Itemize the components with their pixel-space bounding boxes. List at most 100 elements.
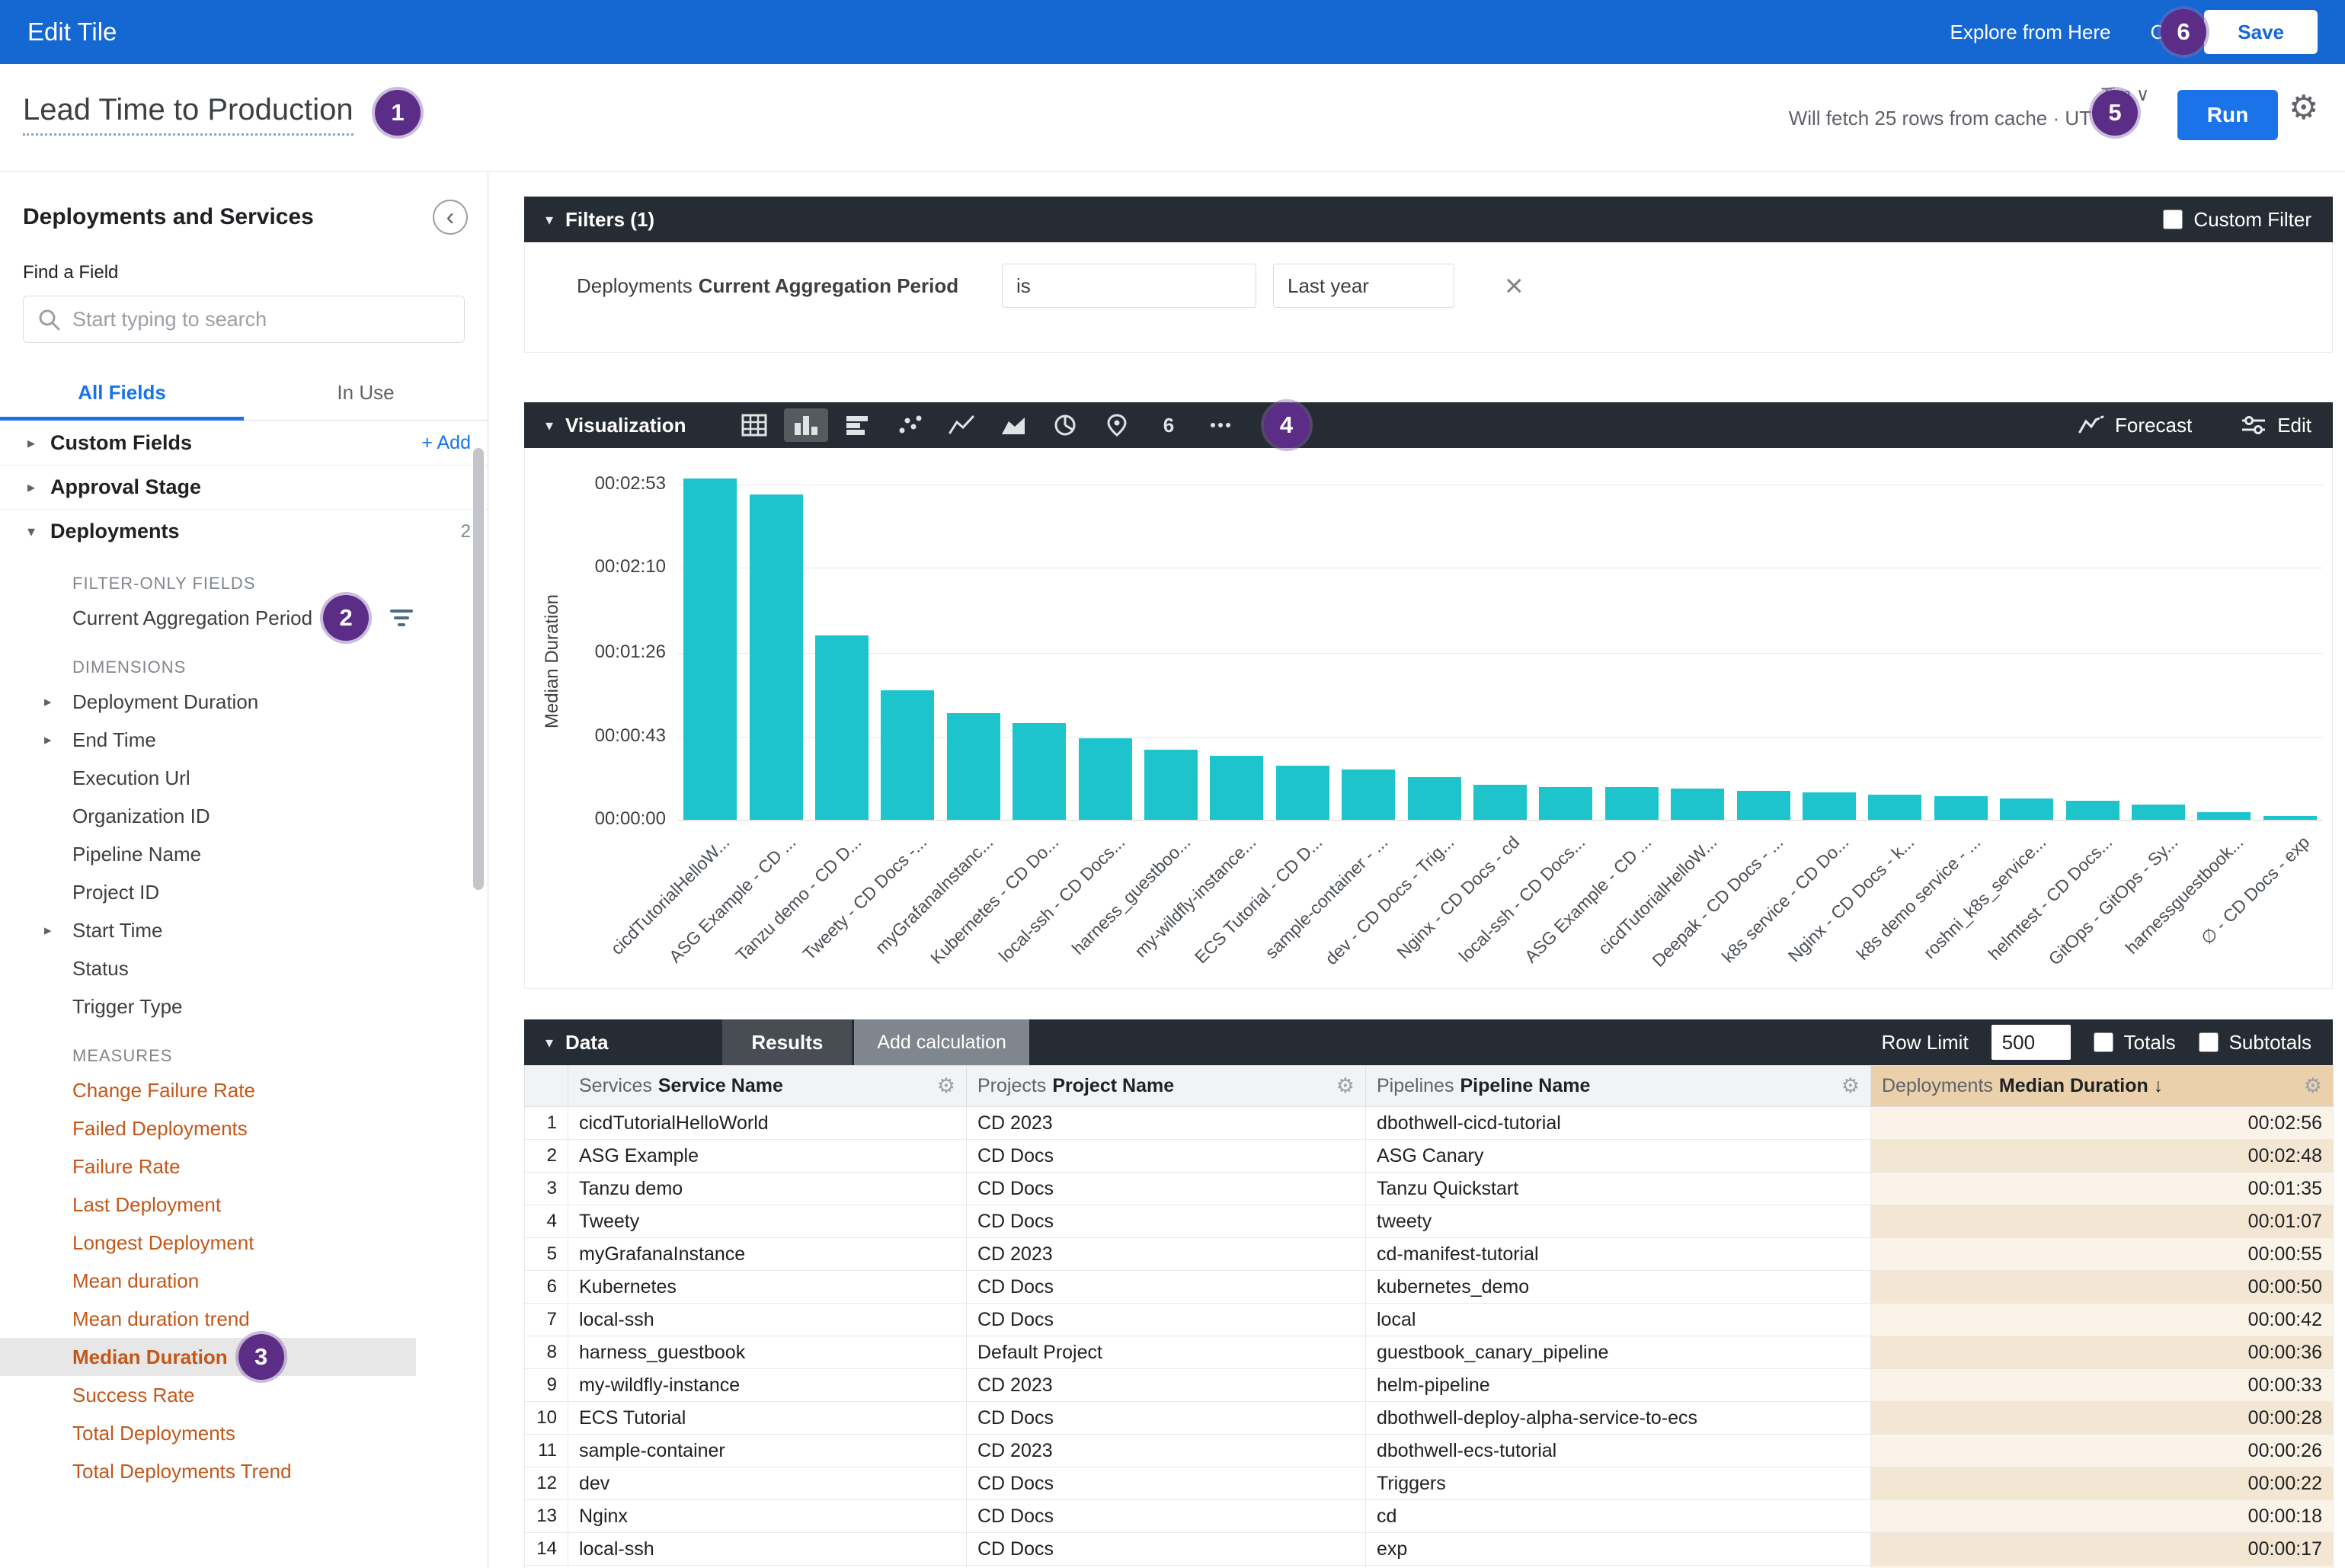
- project-name-cell[interactable]: CD Docs: [967, 1304, 1366, 1336]
- sidebar-field-total-deployments-trend[interactable]: Total Deployments Trend: [0, 1452, 488, 1490]
- sidebar-field-deployment-duration[interactable]: ▸Deployment Duration: [0, 683, 488, 721]
- pipeline-name-cell[interactable]: tweety: [1366, 1205, 1871, 1238]
- sidebar-field-project-id[interactable]: Project ID: [0, 873, 488, 911]
- pipeline-name-cell[interactable]: exp: [1366, 1533, 1871, 1566]
- pipeline-name-cell[interactable]: dbothwell-deploy-alpha-service-to-ecs: [1366, 1402, 1871, 1435]
- project-name-cell[interactable]: CD Docs: [967, 1173, 1366, 1205]
- filter-operator-select[interactable]: is: [1002, 264, 1256, 308]
- column-header-median-duration[interactable]: DeploymentsMedian Duration ↓⚙: [1871, 1066, 2334, 1107]
- sidebar-field-mean-duration-trend[interactable]: Mean duration trend: [0, 1300, 488, 1338]
- service-name-cell[interactable]: ASG Example: [568, 1140, 967, 1173]
- sidebar-field-end-time[interactable]: ▸End Time: [0, 721, 488, 759]
- median-duration-cell[interactable]: 00:00:42: [1871, 1304, 2334, 1336]
- pipeline-name-cell[interactable]: helm-pipeline: [1366, 1369, 1871, 1402]
- service-name-cell[interactable]: Nginx: [568, 1500, 967, 1533]
- column-gear-icon[interactable]: ⚙: [1841, 1074, 1860, 1098]
- project-name-cell[interactable]: CD Docs: [967, 1140, 1366, 1173]
- chevron-down-icon[interactable]: ▾: [545, 1033, 553, 1052]
- pipeline-name-cell[interactable]: dbothwell-ecs-tutorial: [1366, 1435, 1871, 1467]
- chevron-down-icon[interactable]: ▾: [27, 522, 50, 541]
- sidebar-field-longest-deployment[interactable]: Longest Deployment: [0, 1224, 488, 1262]
- median-duration-cell[interactable]: 00:00:17: [1871, 1566, 2334, 1568]
- edit-viz-button[interactable]: Edit: [2241, 414, 2311, 437]
- sidebar-field-success-rate[interactable]: Success Rate: [0, 1376, 488, 1414]
- pipeline-name-cell[interactable]: ASG Canary: [1366, 1140, 1871, 1173]
- tab-in-use[interactable]: In Use: [244, 364, 488, 420]
- chart-bar[interactable]: [2000, 798, 2053, 820]
- median-duration-cell[interactable]: 00:00:50: [1871, 1271, 2334, 1304]
- sidebar-field-organization-id[interactable]: Organization ID: [0, 797, 488, 835]
- field-search-box[interactable]: [23, 296, 465, 343]
- median-duration-cell[interactable]: 00:00:36: [1871, 1336, 2334, 1369]
- chart-bar[interactable]: [1539, 787, 1592, 820]
- service-name-cell[interactable]: Tweety: [568, 1205, 967, 1238]
- project-name-cell[interactable]: CD Docs: [967, 1566, 1366, 1568]
- chart-bar[interactable]: [1079, 738, 1132, 820]
- custom-filter-toggle[interactable]: Custom Filter: [2163, 208, 2311, 232]
- filter-by-field-icon[interactable]: [389, 606, 414, 629]
- chart-bar[interactable]: [1671, 789, 1724, 820]
- project-name-cell[interactable]: CD Docs: [967, 1500, 1366, 1533]
- data-header[interactable]: Data: [565, 1031, 608, 1054]
- sidebar-field-execution-url[interactable]: Execution Url: [0, 759, 488, 797]
- line-chart-icon[interactable]: [939, 408, 984, 442]
- gear-icon[interactable]: ⚙: [2289, 88, 2318, 127]
- project-name-cell[interactable]: CD 2023: [967, 1369, 1366, 1402]
- sidebar-group-approval-stage[interactable]: ▸Approval Stage: [0, 465, 488, 509]
- project-name-cell[interactable]: CD Docs: [967, 1271, 1366, 1304]
- median-duration-cell[interactable]: 00:02:48: [1871, 1140, 2334, 1173]
- sidebar-field-total-deployments[interactable]: Total Deployments: [0, 1414, 488, 1452]
- sidebar-group-deployments[interactable]: ▾Deployments2: [0, 509, 488, 553]
- sidebar-field-start-time[interactable]: ▸Start Time: [0, 911, 488, 949]
- project-name-cell[interactable]: CD 2023: [967, 1435, 1366, 1467]
- sidebar-field-change-failure-rate[interactable]: Change Failure Rate: [0, 1071, 488, 1109]
- service-name-cell[interactable]: Tanzu demo: [568, 1173, 967, 1205]
- chevron-right-icon[interactable]: ▸: [44, 693, 52, 711]
- sidebar-field-median-duration[interactable]: Median Duration3: [0, 1338, 416, 1376]
- column-header-project-name[interactable]: ProjectsProject Name⚙: [967, 1066, 1366, 1107]
- sidebar-field-failed-deployments[interactable]: Failed Deployments: [0, 1109, 488, 1147]
- single-value-icon[interactable]: 6: [1147, 408, 1191, 442]
- visualization-header[interactable]: Visualization: [565, 414, 686, 437]
- totals-toggle[interactable]: Totals: [2094, 1031, 2176, 1054]
- area-chart-icon[interactable]: [991, 408, 1035, 442]
- median-duration-cell[interactable]: 00:02:56: [1871, 1107, 2334, 1140]
- search-input[interactable]: [72, 308, 450, 331]
- chevron-right-icon[interactable]: ▸: [27, 434, 50, 453]
- chart-bar[interactable]: [1276, 766, 1329, 820]
- service-name-cell[interactable]: ASG Example: [568, 1566, 967, 1568]
- sidebar-field-failure-rate[interactable]: Failure Rate: [0, 1147, 488, 1186]
- pipeline-name-cell[interactable]: guestbook_canary_pipeline: [1366, 1336, 1871, 1369]
- sidebar-field-trigger-type[interactable]: Trigger Type: [0, 987, 488, 1026]
- add-calculation-button[interactable]: Add calculation: [854, 1019, 1029, 1065]
- pipeline-name-cell[interactable]: dbothwell-cicd-tutorial: [1366, 1107, 1871, 1140]
- remove-filter-icon[interactable]: ×: [1505, 270, 1524, 302]
- column-gear-icon[interactable]: ⚙: [937, 1074, 955, 1098]
- chart-bar[interactable]: [1144, 750, 1198, 820]
- chart-bar[interactable]: [947, 713, 1000, 820]
- median-duration-cell[interactable]: 00:01:35: [1871, 1173, 2334, 1205]
- sidebar-field-last-deployment[interactable]: Last Deployment: [0, 1186, 488, 1224]
- chart-bar[interactable]: [815, 635, 869, 820]
- add-custom-field-link[interactable]: + Add: [421, 432, 471, 454]
- row-limit-input[interactable]: [1991, 1025, 2071, 1060]
- pipeline-name-cell[interactable]: cd: [1366, 1500, 1871, 1533]
- service-name-cell[interactable]: dev: [568, 1467, 967, 1500]
- project-name-cell[interactable]: CD Docs: [967, 1402, 1366, 1435]
- chevron-right-icon[interactable]: ▸: [44, 922, 52, 939]
- run-button[interactable]: Run: [2177, 90, 2278, 140]
- service-name-cell[interactable]: harness_guestbook: [568, 1336, 967, 1369]
- tile-title-input[interactable]: Lead Time to Production: [23, 93, 354, 136]
- chart-bar[interactable]: [1210, 756, 1263, 820]
- bar-chart-icon[interactable]: [836, 408, 880, 442]
- forecast-button[interactable]: Forecast: [2078, 414, 2192, 437]
- service-name-cell[interactable]: local-ssh: [568, 1533, 967, 1566]
- subtotals-toggle[interactable]: Subtotals: [2199, 1031, 2311, 1054]
- custom-filter-checkbox[interactable]: [2163, 210, 2183, 229]
- column-header-service-name[interactable]: ServicesService Name⚙: [568, 1066, 967, 1107]
- pie-chart-icon[interactable]: [1043, 408, 1087, 442]
- totals-checkbox[interactable]: [2094, 1032, 2113, 1052]
- filters-header[interactable]: Filters (1): [565, 208, 654, 232]
- sidebar-field-status[interactable]: Status: [0, 949, 488, 987]
- sidebar-group-custom-fields[interactable]: ▸Custom Fields+ Add: [0, 421, 488, 465]
